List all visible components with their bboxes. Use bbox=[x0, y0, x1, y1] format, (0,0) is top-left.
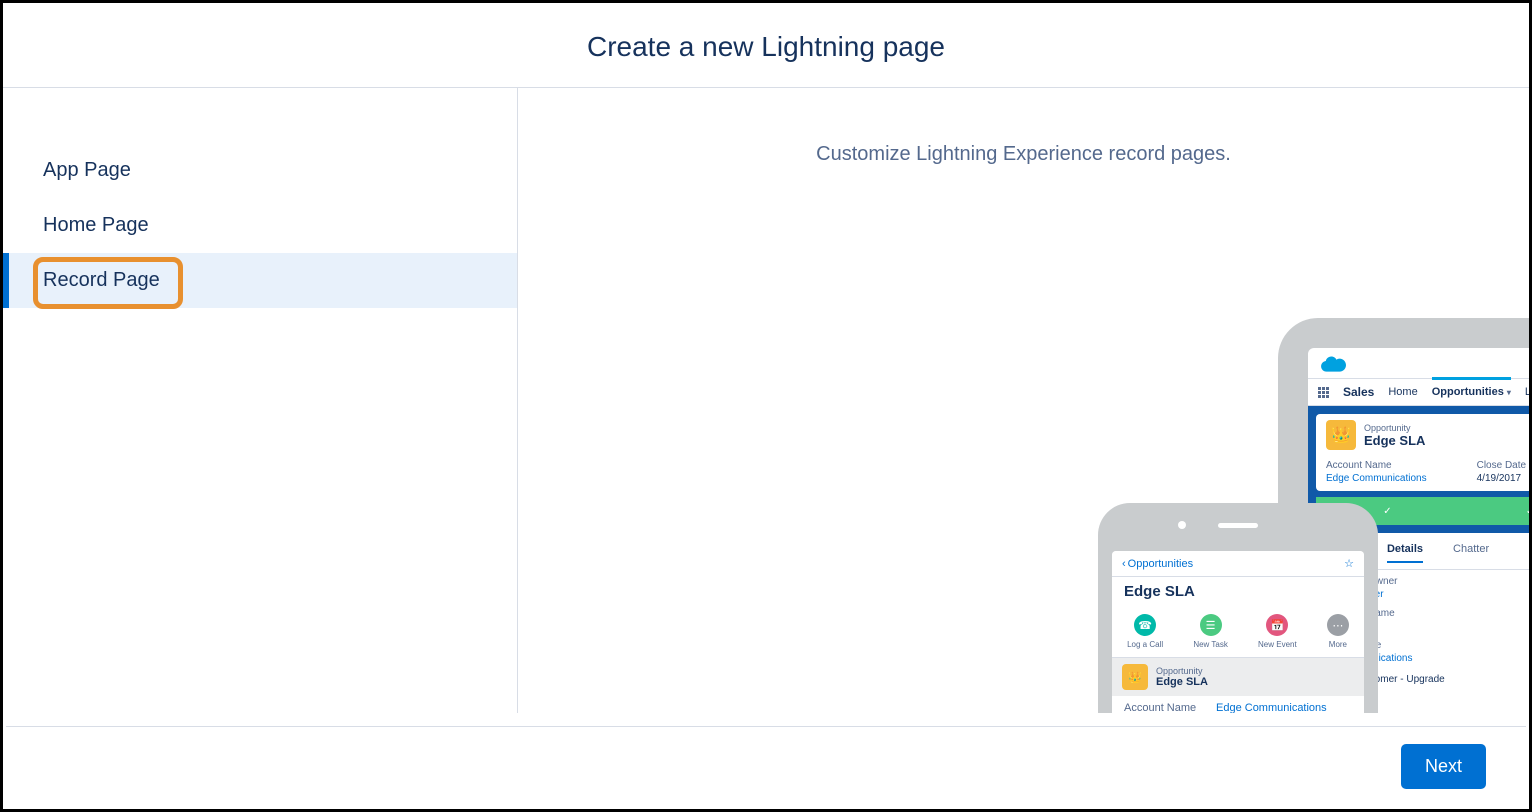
next-button[interactable]: Next bbox=[1401, 744, 1486, 789]
app-name: Sales bbox=[1343, 385, 1374, 399]
phone-opp-header: 👑 OpportunityEdge SLA bbox=[1112, 658, 1364, 696]
star-outline-icon: ☆ bbox=[1344, 557, 1354, 570]
task-icon: ☰ bbox=[1200, 614, 1222, 636]
tab-details: Details bbox=[1387, 543, 1423, 563]
object-label: Opportunity bbox=[1364, 423, 1425, 433]
hl-close-value: 4/19/2017 bbox=[1477, 473, 1526, 484]
modal-title: Create a new Lightning page bbox=[3, 3, 1529, 87]
preview-caption: Customize Lightning Experience record pa… bbox=[518, 143, 1529, 166]
salesforce-cloud-icon bbox=[1320, 354, 1346, 372]
more-icon: ⋯ bbox=[1327, 614, 1349, 636]
nav-tab-home: Home bbox=[1388, 380, 1417, 404]
phone-back-button: ‹Opportunities bbox=[1122, 558, 1193, 570]
phone-opp-label: Opportunity bbox=[1156, 666, 1208, 676]
phone-detail-list: Account NameEdge Communications Close Da… bbox=[1112, 696, 1364, 713]
option-app-page[interactable]: App Page bbox=[3, 143, 517, 198]
path-stage-done-2 bbox=[1459, 497, 1529, 525]
action-log-call: ☎Log a Call bbox=[1127, 614, 1163, 649]
topbar: All▾ 🔍 Search Opportunities and more... bbox=[1308, 348, 1529, 378]
tab-chatter: Chatter bbox=[1453, 543, 1489, 563]
calendar-icon: 📅 bbox=[1266, 614, 1288, 636]
action-more: ⋯More bbox=[1327, 614, 1349, 649]
hl-account-value: Edge Communications bbox=[1326, 473, 1427, 484]
opportunity-icon: 👑 bbox=[1326, 420, 1356, 450]
phone-device-mock: ‹Opportunities ☆ Edge SLA ☎Log a Call ☰N… bbox=[1098, 503, 1378, 713]
phone-quick-actions: ☎Log a Call ☰New Task 📅New Event ⋯More bbox=[1112, 606, 1364, 658]
preview-pane: Customize Lightning Experience record pa… bbox=[518, 88, 1529, 713]
record-name: Edge SLA bbox=[1364, 433, 1425, 448]
app-launcher-icon bbox=[1318, 387, 1329, 398]
option-record-page[interactable]: Record Page bbox=[3, 253, 517, 308]
nav-tab-leads: Leads▾ bbox=[1525, 380, 1529, 404]
nav-tab-opportunities: Opportunities▾ bbox=[1432, 377, 1511, 404]
hl-close-label: Close Date bbox=[1477, 460, 1526, 471]
action-new-event: 📅New Event bbox=[1258, 614, 1297, 649]
nav-bar: Sales Home Opportunities▾ Leads▾ Tasks▾ … bbox=[1308, 378, 1529, 406]
opportunity-icon: 👑 bbox=[1122, 664, 1148, 690]
option-home-page[interactable]: Home Page bbox=[3, 198, 517, 253]
modal-footer: Next bbox=[6, 726, 1526, 806]
phone-record-title: Edge SLA bbox=[1112, 577, 1364, 606]
ph-row-account: Account NameEdge Communications bbox=[1112, 696, 1364, 713]
phone-opp-name: Edge SLA bbox=[1156, 676, 1208, 688]
phone-icon: ☎ bbox=[1134, 614, 1156, 636]
action-new-task: ☰New Task bbox=[1193, 614, 1228, 649]
hl-account-label: Account Name bbox=[1326, 460, 1427, 471]
page-type-list: App Page Home Page Record Page bbox=[3, 88, 518, 713]
chevron-left-icon: ‹ bbox=[1122, 558, 1126, 570]
